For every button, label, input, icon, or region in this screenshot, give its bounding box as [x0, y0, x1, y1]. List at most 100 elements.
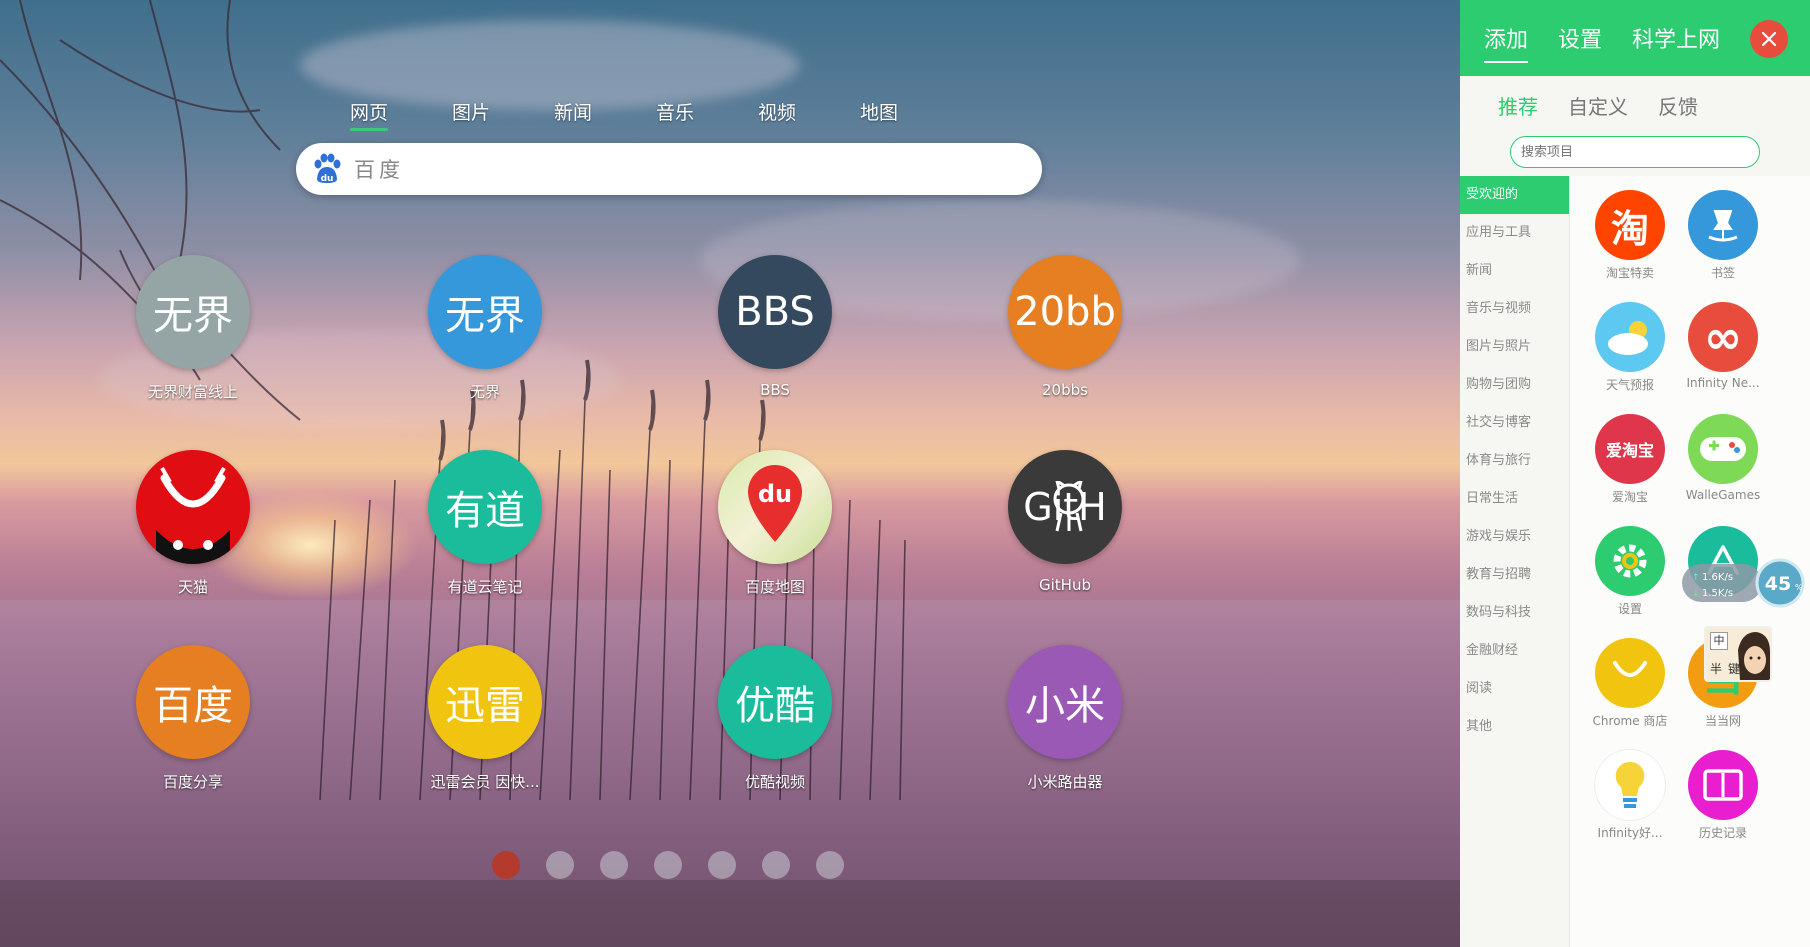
- subtab-recommended[interactable]: 推荐: [1498, 91, 1538, 120]
- app-item[interactable]: ∞ Infinity Ne...: [1673, 302, 1773, 390]
- app-label: Chrome 商店: [1592, 714, 1668, 728]
- tab-music[interactable]: 音乐: [656, 98, 758, 125]
- shortcut-tile[interactable]: 小米 小米路由器: [980, 645, 1150, 792]
- page-dot[interactable]: [492, 851, 520, 879]
- tab-video[interactable]: 视频: [758, 98, 860, 125]
- category-item[interactable]: 图片与照片: [1460, 328, 1569, 366]
- baidu-paw-icon: du: [314, 153, 341, 184]
- category-item[interactable]: 新闻: [1460, 252, 1569, 290]
- app-label: 历史记录: [1698, 826, 1747, 840]
- bookmark-pin-icon: [1688, 190, 1758, 260]
- app-item[interactable]: Chrome 商店: [1580, 638, 1680, 729]
- category-item[interactable]: 教育与招聘: [1460, 556, 1569, 594]
- app-item[interactable]: WalleGames: [1673, 414, 1773, 502]
- page-dot[interactable]: [708, 851, 736, 879]
- tab-map[interactable]: 地图: [860, 98, 962, 125]
- svg-text:%: %: [1795, 583, 1803, 592]
- lightbulb-icon: [1595, 750, 1665, 820]
- shortcut-label: 百度分享: [162, 773, 223, 791]
- panel-tab-add[interactable]: 添加: [1484, 22, 1529, 63]
- shortcut-label: 迅雷会员 因快...: [430, 773, 540, 791]
- shortcut-tile[interactable]: BBS BBS: [690, 255, 860, 399]
- taobao-icon: 淘: [1595, 190, 1665, 260]
- close-icon: [1761, 31, 1777, 47]
- network-speed-widget[interactable]: 1.6K/s 1.5K/s ↑ ↓ 45 %: [1680, 556, 1806, 608]
- panel-search-input[interactable]: [1510, 136, 1760, 168]
- tab-web[interactable]: 网页: [350, 98, 452, 131]
- app-item[interactable]: 淘淘宝特卖: [1580, 190, 1680, 281]
- svg-text:du: du: [758, 480, 792, 508]
- category-item[interactable]: 社交与博客: [1460, 404, 1569, 442]
- close-panel-button[interactable]: [1750, 20, 1788, 58]
- gear-icon: [1595, 526, 1665, 596]
- page-dot[interactable]: [762, 851, 790, 879]
- app-label: Infinity好...: [1597, 826, 1663, 840]
- category-item[interactable]: 应用与工具: [1460, 214, 1569, 252]
- shortcut-label: 优酷视频: [744, 773, 805, 791]
- tile-icon: 有道: [428, 450, 542, 564]
- shortcut-tile[interactable]: 天猫: [108, 450, 278, 597]
- category-item[interactable]: 受欢迎的: [1460, 176, 1569, 214]
- app-item[interactable]: 爱淘宝 爱淘宝: [1580, 414, 1680, 505]
- app-item[interactable]: 天气预报: [1580, 302, 1680, 393]
- category-item[interactable]: 其他: [1460, 708, 1569, 746]
- category-item[interactable]: 阅读: [1460, 670, 1569, 708]
- search-box[interactable]: du 百度: [296, 143, 1042, 195]
- shortcut-tile[interactable]: 百度 百度分享: [108, 645, 278, 792]
- page-dot[interactable]: [654, 851, 682, 879]
- page-dot[interactable]: [816, 851, 844, 879]
- tab-news[interactable]: 新闻: [554, 98, 656, 125]
- panel-tab-settings[interactable]: 设置: [1558, 22, 1602, 54]
- shortcut-tile[interactable]: GitH GitHub: [980, 450, 1150, 594]
- shortcut-label: 小米路由器: [1027, 773, 1103, 791]
- github-icon: GitH: [1008, 450, 1122, 564]
- page-dot[interactable]: [600, 851, 628, 879]
- weather-icon: [1595, 302, 1665, 372]
- shortcut-tile[interactable]: 优酷 优酷视频: [690, 645, 860, 792]
- shortcut-label: 天猫: [177, 578, 208, 596]
- tile-icon: 20bb: [1008, 255, 1122, 369]
- category-item[interactable]: 数码与科技: [1460, 594, 1569, 632]
- category-item[interactable]: 购物与团购: [1460, 366, 1569, 404]
- category-item[interactable]: 金融财经: [1460, 632, 1569, 670]
- category-item[interactable]: 日常生活: [1460, 480, 1569, 518]
- shortcut-tile[interactable]: du 百度地图: [690, 450, 860, 597]
- shortcut-tile[interactable]: 20bb 20bbs: [980, 255, 1150, 399]
- shortcut-label: 无界: [469, 383, 500, 401]
- shortcut-tile[interactable]: 无界 无界财富线上: [108, 255, 278, 402]
- ime-status-widget[interactable]: 中 半 键: [1704, 626, 1772, 682]
- svg-text:du: du: [321, 174, 334, 184]
- page-dot[interactable]: [546, 851, 574, 879]
- tile-icon: 无界: [428, 255, 542, 369]
- shortcut-label: 无界财富线上: [147, 383, 238, 401]
- subtab-feedback[interactable]: 反馈: [1658, 91, 1698, 120]
- infinity-icon: ∞: [1688, 302, 1758, 372]
- svg-text:↑: ↑: [1692, 573, 1700, 583]
- category-item[interactable]: 音乐与视频: [1460, 290, 1569, 328]
- app-label: Infinity Ne...: [1686, 376, 1760, 390]
- shortcut-label: GitHub: [1039, 576, 1091, 594]
- app-label: 设置: [1617, 602, 1642, 616]
- shortcut-tile[interactable]: 无界 无界: [400, 255, 570, 402]
- app-item[interactable]: 设置: [1580, 526, 1680, 617]
- panel-header: 添加 设置 科学上网: [1460, 0, 1810, 76]
- app-item[interactable]: 历史记录: [1673, 750, 1773, 841]
- aitaobao-icon: 爱淘宝: [1595, 414, 1665, 484]
- subtab-custom[interactable]: 自定义: [1568, 91, 1628, 120]
- category-item[interactable]: 游戏与娱乐: [1460, 518, 1569, 556]
- tab-images[interactable]: 图片: [452, 98, 554, 125]
- shortcut-tile[interactable]: 有道 有道云笔记: [400, 450, 570, 597]
- app-item[interactable]: Infinity好...: [1580, 750, 1680, 841]
- panel-subtabs: 推荐 自定义 反馈: [1460, 76, 1810, 134]
- chrome-store-icon: [1595, 638, 1665, 708]
- ime-lang: 中: [1710, 632, 1728, 650]
- tile-icon: 迅雷: [428, 645, 542, 759]
- panel-tab-proxy[interactable]: 科学上网: [1632, 22, 1720, 54]
- app-label: WalleGames: [1685, 488, 1761, 502]
- shortcut-tile[interactable]: 迅雷迅雷会员 因快...: [400, 645, 570, 792]
- add-panel: 添加 设置 科学上网 推荐 自定义 反馈 受欢迎的应用与工具新闻音乐与视频图片与…: [1460, 0, 1810, 947]
- app-item[interactable]: 书签: [1673, 190, 1773, 281]
- search-placeholder: 百度: [354, 158, 404, 182]
- gamepad-icon: [1688, 414, 1758, 484]
- category-item[interactable]: 体育与旅行: [1460, 442, 1569, 480]
